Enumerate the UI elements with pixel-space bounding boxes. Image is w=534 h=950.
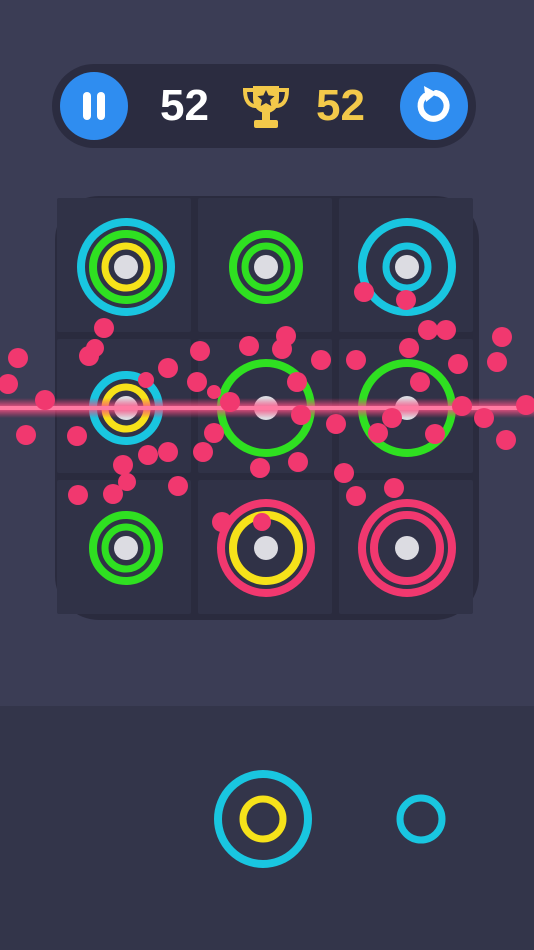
peg [114,255,138,279]
tray-piece-2[interactable] [396,794,446,844]
ring-stack-r1-c1 [77,218,175,316]
ring-stack-r3-c3 [358,499,456,597]
peg [254,255,278,279]
peg [254,536,278,560]
ring-stack-r1-c2 [229,230,303,304]
ring-stack-r3-c1 [89,511,163,585]
tray-piece-1[interactable] [214,770,312,868]
peg [395,255,419,279]
game-pieces-layer [0,218,534,868]
peg [114,536,138,560]
peg [395,536,419,560]
